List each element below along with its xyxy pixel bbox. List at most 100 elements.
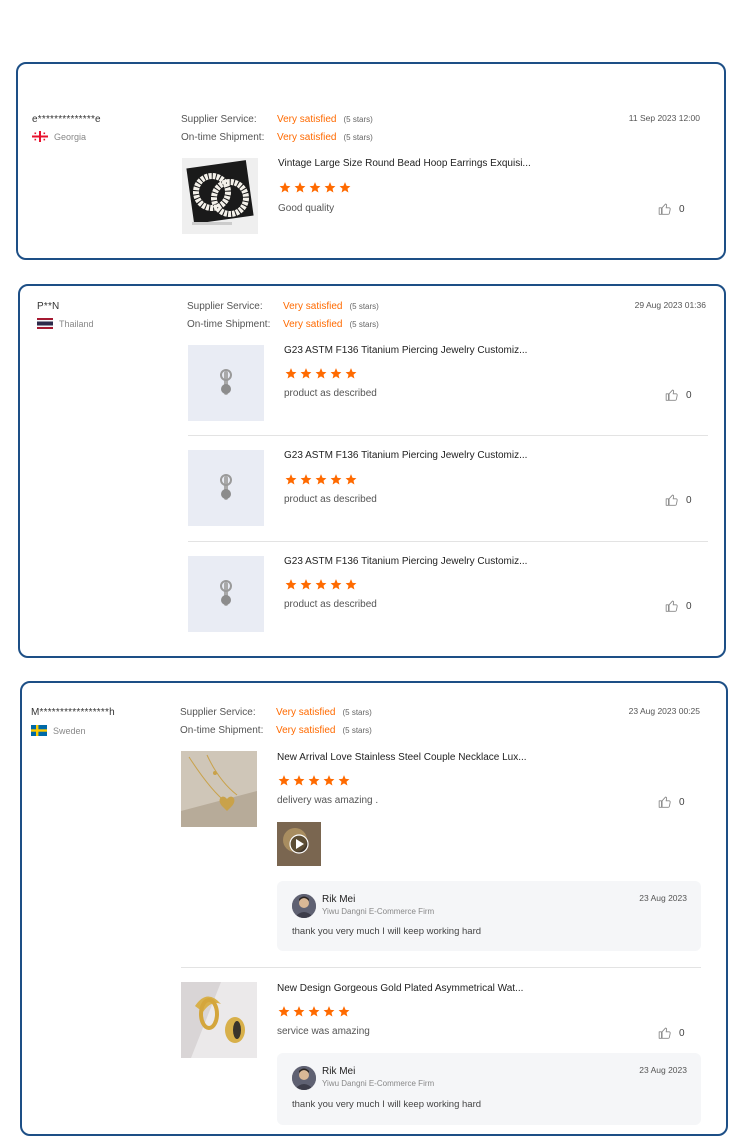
like-button[interactable]: 0 [665, 388, 692, 402]
review-comment: product as described [284, 494, 377, 505]
product-image[interactable] [188, 556, 264, 632]
product-image[interactable] [188, 345, 264, 421]
georgia-flag-icon [32, 131, 48, 142]
rating-value: Very satisfied [276, 725, 336, 736]
like-count: 0 [679, 1027, 685, 1039]
rating-label: On-time Shipment: [187, 319, 271, 330]
titanium-piercing-image [188, 450, 264, 526]
star-icon [322, 1005, 336, 1018]
product-rating-stars [278, 181, 352, 194]
review-date: 29 Aug 2023 01:36 [634, 300, 706, 310]
rating-value: Very satisfied [277, 132, 337, 143]
seller-reply: Rik Mei Yiwu Dangni E-Commerce Firm 23 A… [277, 1053, 701, 1125]
product-image[interactable] [182, 158, 258, 234]
thumbs-up-icon [665, 389, 678, 401]
star-icon [314, 473, 328, 486]
like-button[interactable]: 0 [658, 795, 685, 809]
review-card: e**************e Georgia Supplier Servic… [16, 62, 726, 260]
star-icon [299, 367, 313, 380]
reply-text: thank you very much I will keep working … [292, 1099, 482, 1110]
review-video-thumbnail[interactable] [277, 822, 321, 866]
review-comment: service was amazing [277, 1026, 370, 1037]
seller-name: Rik Mei [322, 1066, 356, 1077]
rating-stars-text: (5 stars) [342, 708, 372, 717]
rating-value: Very satisfied [276, 707, 336, 718]
sweden-flag-icon [31, 725, 47, 736]
star-icon [338, 181, 352, 194]
reply-date: 23 Aug 2023 [639, 1065, 687, 1075]
reviewer-country: Georgia [32, 131, 86, 142]
star-icon [277, 774, 291, 787]
rating-value: Very satisfied [277, 114, 337, 125]
product-title[interactable]: New Design Gorgeous Gold Plated Asymmetr… [277, 983, 523, 994]
reviewer-name: P**N [37, 301, 60, 312]
like-count: 0 [679, 203, 685, 215]
product-image[interactable] [181, 751, 257, 827]
rating-value: Very satisfied [283, 301, 343, 312]
supplier-service-rating: Supplier Service: Very satisfied (5 star… [180, 707, 372, 718]
supplier-service-rating: Supplier Service: Very satisfied (5 star… [187, 301, 379, 312]
product-rating-stars [277, 1005, 351, 1018]
star-icon [284, 578, 298, 591]
rating-label: Supplier Service: [180, 707, 256, 718]
like-button[interactable]: 0 [665, 599, 692, 613]
product-image[interactable] [188, 450, 264, 526]
thumbs-up-icon [658, 1027, 671, 1039]
like-count: 0 [686, 600, 692, 612]
review-date: 23 Aug 2023 00:25 [628, 706, 700, 716]
star-icon [344, 578, 358, 591]
product-image[interactable] [181, 982, 257, 1058]
thumbs-up-icon [658, 203, 671, 215]
reviewer-name: M*****************h [31, 707, 115, 718]
star-icon [284, 473, 298, 486]
country-name: Sweden [53, 725, 86, 736]
shipment-rating: On-time Shipment: Very satisfied (5 star… [180, 725, 372, 736]
product-rating-stars [284, 473, 358, 486]
review-card: M*****************h Sweden Supplier Serv… [20, 681, 728, 1136]
star-icon [329, 578, 343, 591]
rating-stars-text: (5 stars) [343, 115, 373, 124]
country-name: Thailand [59, 318, 94, 329]
star-icon [277, 1005, 291, 1018]
product-rating-stars [284, 578, 358, 591]
like-count: 0 [686, 494, 692, 506]
star-icon [293, 181, 307, 194]
shipment-rating: On-time Shipment: Very satisfied (5 star… [181, 132, 373, 143]
star-icon [344, 473, 358, 486]
star-icon [322, 774, 336, 787]
star-icon [329, 473, 343, 486]
star-icon [308, 181, 322, 194]
rating-label: On-time Shipment: [180, 725, 264, 736]
gold-earrings-image [181, 982, 257, 1058]
thumbs-up-icon [665, 494, 678, 506]
thumbs-up-icon [665, 600, 678, 612]
review-comment: delivery was amazing . [277, 795, 379, 806]
titanium-piercing-image [188, 345, 264, 421]
product-title[interactable]: Vintage Large Size Round Bead Hoop Earri… [278, 158, 531, 169]
product-title[interactable]: G23 ASTM F136 Titanium Piercing Jewelry … [284, 556, 527, 567]
seller-firm: Yiwu Dangni E-Commerce Firm [322, 1079, 435, 1088]
star-icon [314, 578, 328, 591]
product-title[interactable]: New Arrival Love Stainless Steel Couple … [277, 752, 527, 763]
thumbs-up-icon [658, 796, 671, 808]
like-button[interactable]: 0 [658, 1026, 685, 1040]
supplier-service-rating: Supplier Service: Very satisfied (5 star… [181, 114, 373, 125]
star-icon [337, 1005, 351, 1018]
titanium-piercing-image [188, 556, 264, 632]
star-icon [314, 367, 328, 380]
item-divider [188, 435, 708, 436]
pearl-hoop-earrings-image [182, 158, 258, 234]
seller-avatar [292, 1066, 316, 1090]
star-icon [292, 774, 306, 787]
rating-label: Supplier Service: [181, 114, 257, 125]
product-title[interactable]: G23 ASTM F136 Titanium Piercing Jewelry … [284, 345, 527, 356]
star-icon [307, 1005, 321, 1018]
review-comment: product as described [284, 388, 377, 399]
thailand-flag-icon [37, 318, 53, 329]
review-comment: product as described [284, 599, 377, 610]
star-icon [284, 367, 298, 380]
product-title[interactable]: G23 ASTM F136 Titanium Piercing Jewelry … [284, 450, 527, 461]
like-button[interactable]: 0 [658, 202, 685, 216]
like-button[interactable]: 0 [665, 493, 692, 507]
seller-name: Rik Mei [322, 894, 356, 905]
